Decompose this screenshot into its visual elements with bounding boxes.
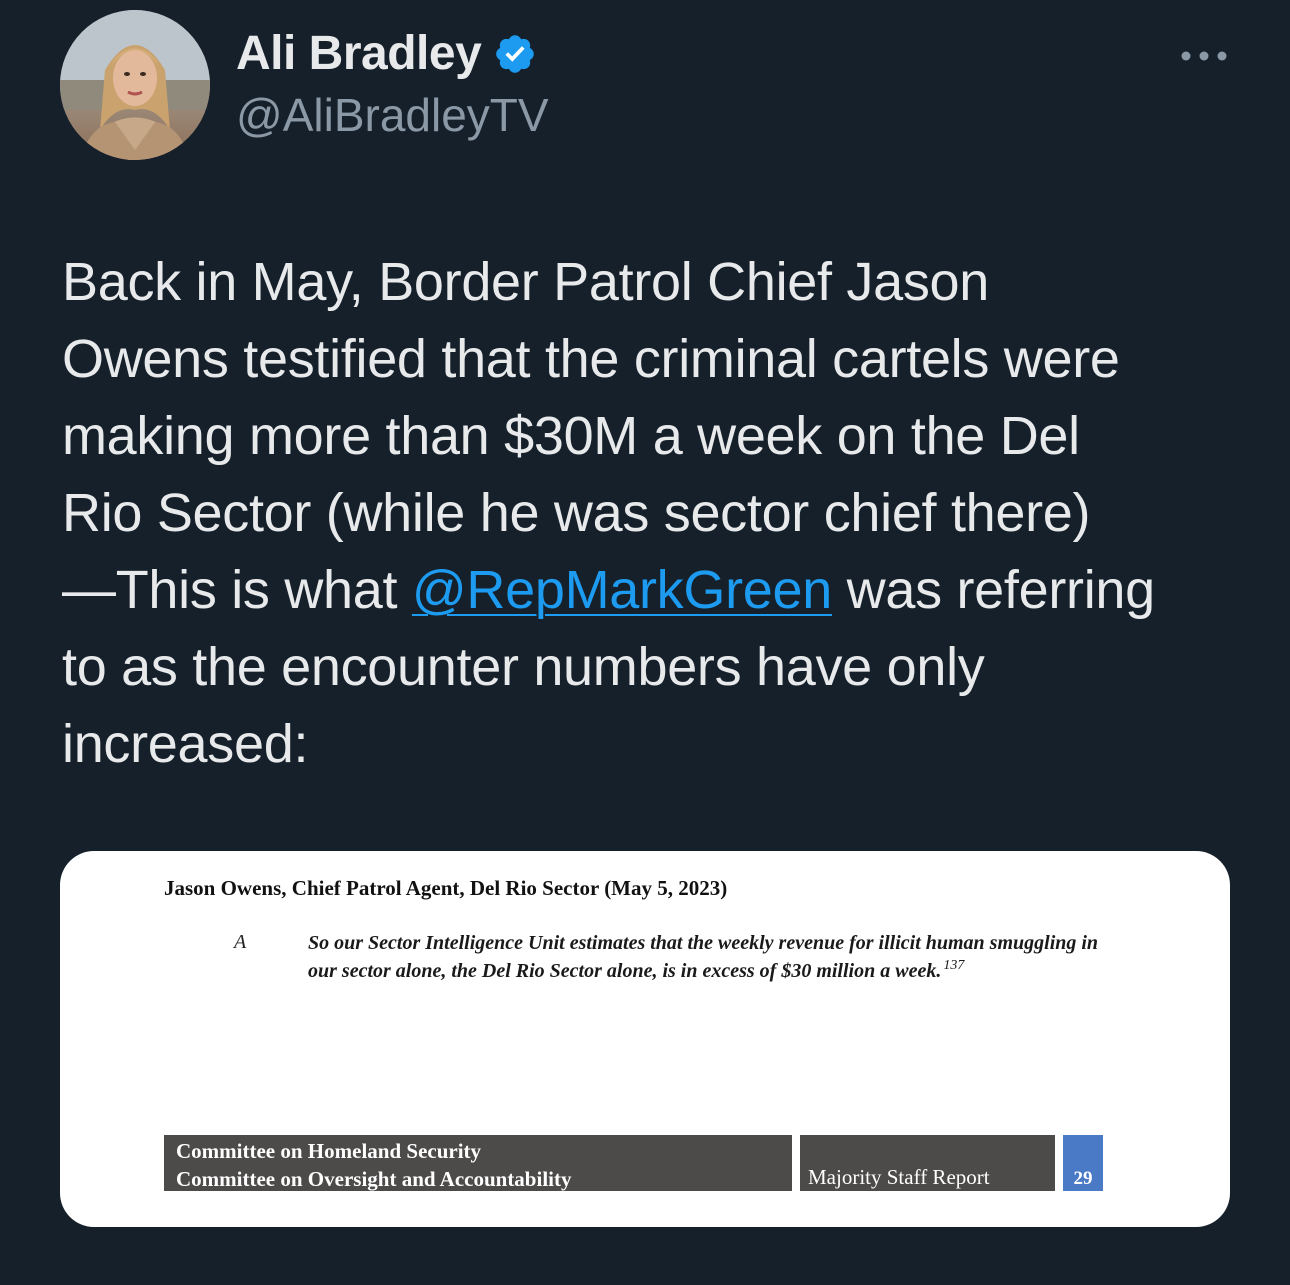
document-page-number: 29 — [1063, 1135, 1103, 1191]
media-image-card[interactable]: Jason Owens, Chief Patrol Agent, Del Rio… — [60, 851, 1230, 1227]
author-avatar[interactable] — [60, 10, 210, 160]
testimony-quote: So our Sector Intelligence Unit estimate… — [308, 929, 1108, 985]
document-footer-report: Majority Staff Report — [800, 1135, 1055, 1191]
footnote-marker: 137 — [943, 958, 965, 974]
author-handle[interactable]: @AliBradleyTV — [236, 88, 549, 142]
testimony-quote-text: So our Sector Intelligence Unit estimate… — [308, 932, 1099, 982]
footer-committee-line-1: Committee on Homeland Security — [176, 1139, 482, 1163]
answer-label: A — [234, 931, 247, 953]
avatar-image — [60, 10, 210, 160]
verified-badge-icon[interactable] — [493, 32, 537, 76]
more-options-icon[interactable] — [1180, 46, 1228, 66]
document-heading: Jason Owens, Chief Patrol Agent, Del Rio… — [164, 876, 728, 900]
tweet-text: Back in May, Border Patrol Chief Jason O… — [62, 244, 1232, 783]
author-name-row: Ali Bradley — [236, 26, 537, 81]
document-footer-committees: Committee on Homeland Security Committee… — [164, 1135, 792, 1191]
mention-link[interactable]: @RepMarkGreen — [412, 560, 832, 620]
footer-committee-line-2: Committee on Oversight and Accountabilit… — [176, 1167, 572, 1191]
author-display-name[interactable]: Ali Bradley — [236, 26, 482, 81]
